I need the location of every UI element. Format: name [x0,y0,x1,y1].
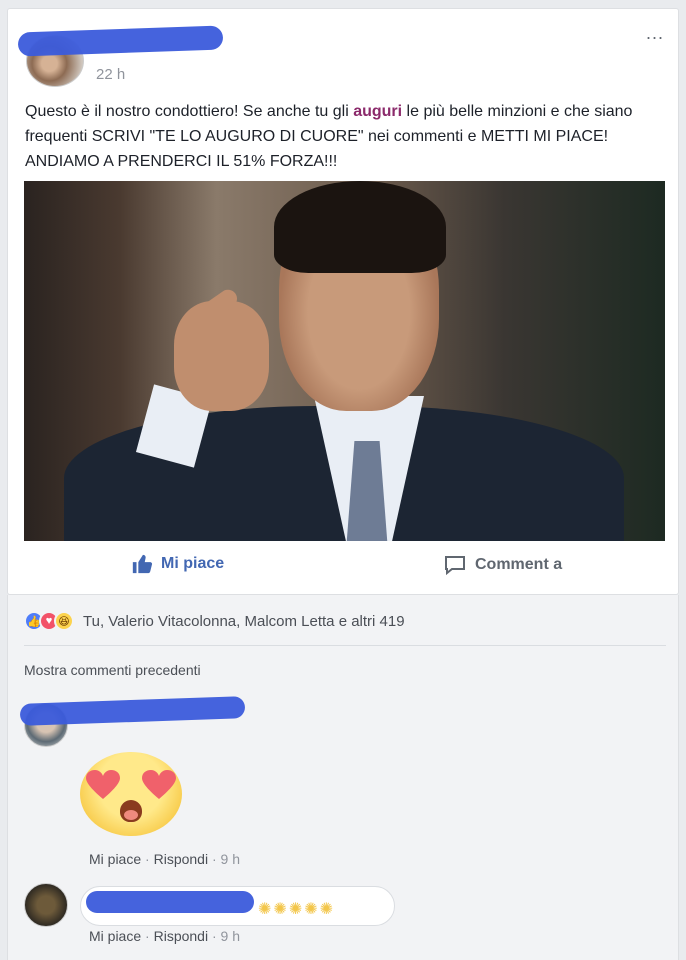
comments-section: 👍 ♥ 😆 Tu, Valerio Vitacolonna, Malcom Le… [7,595,679,960]
post-timestamp[interactable]: 22 h [96,66,125,83]
reaction-icons: 👍 ♥ 😆 [24,611,74,631]
like-label: Mi piace [161,555,225,572]
post-text: Questo è il nostro condottiero! Se anche… [25,99,665,174]
comment-time[interactable]: · 9 h [208,928,240,944]
divider [24,645,666,646]
post-photo[interactable] [24,181,665,541]
photo-hand [174,301,269,411]
post-card: 22 h ... Questo è il nostro condottiero!… [7,8,679,595]
comment-meta: Mi piace · Rispondi · 9 h [89,851,240,867]
heart-eye-right [142,770,176,800]
comment-meta: Mi piace · Rispondi · 9 h [89,928,240,944]
haha-reaction-icon: 😆 [54,611,74,631]
post-text-part1: Questo è il nostro condottiero! Se anche… [25,103,354,120]
redacted-author-name [17,25,224,57]
comment-time[interactable]: · 9 h [208,851,240,867]
meta-separator: · [141,851,154,867]
comment-label: Comment a [475,556,563,573]
meta-separator: · [141,928,154,944]
post-actions-bar: Mi piace Comment a [7,541,679,593]
emoji-mouth [120,800,142,822]
heart-eyes-emoji [80,752,182,836]
heart-eye-left [86,770,120,800]
like-button[interactable]: Mi piace [131,553,224,575]
more-options-icon[interactable]: ... [646,23,664,44]
redacted-commenter-name [19,696,246,726]
comment-like-link[interactable]: Mi piace [89,928,141,944]
comment-reply-link[interactable]: Rispondi [154,851,208,867]
reactions-text: Tu, Valerio Vitacolonna, Malcom Letta e … [83,612,405,630]
thumbs-up-icon [132,554,153,574]
comment-reply-link[interactable]: Rispondi [154,928,208,944]
comment-button[interactable]: Comment a [443,553,562,577]
facebook-post-page: 22 h ... Questo è il nostro condottiero!… [0,0,686,960]
redacted-commenter-name [86,891,254,913]
photo-hair [274,181,446,273]
comment-bubble-icon [445,556,465,576]
comment-like-link[interactable]: Mi piace [89,851,141,867]
sparkle-emojis: ✺✺✺✺✺ [258,901,336,918]
show-previous-comments-link[interactable]: Mostra commenti precedenti [24,662,201,678]
reactions-summary[interactable]: 👍 ♥ 😆 Tu, Valerio Vitacolonna, Malcom Le… [24,611,405,631]
post-text-highlight[interactable]: auguri [353,103,402,120]
commenter-avatar[interactable] [24,883,68,927]
